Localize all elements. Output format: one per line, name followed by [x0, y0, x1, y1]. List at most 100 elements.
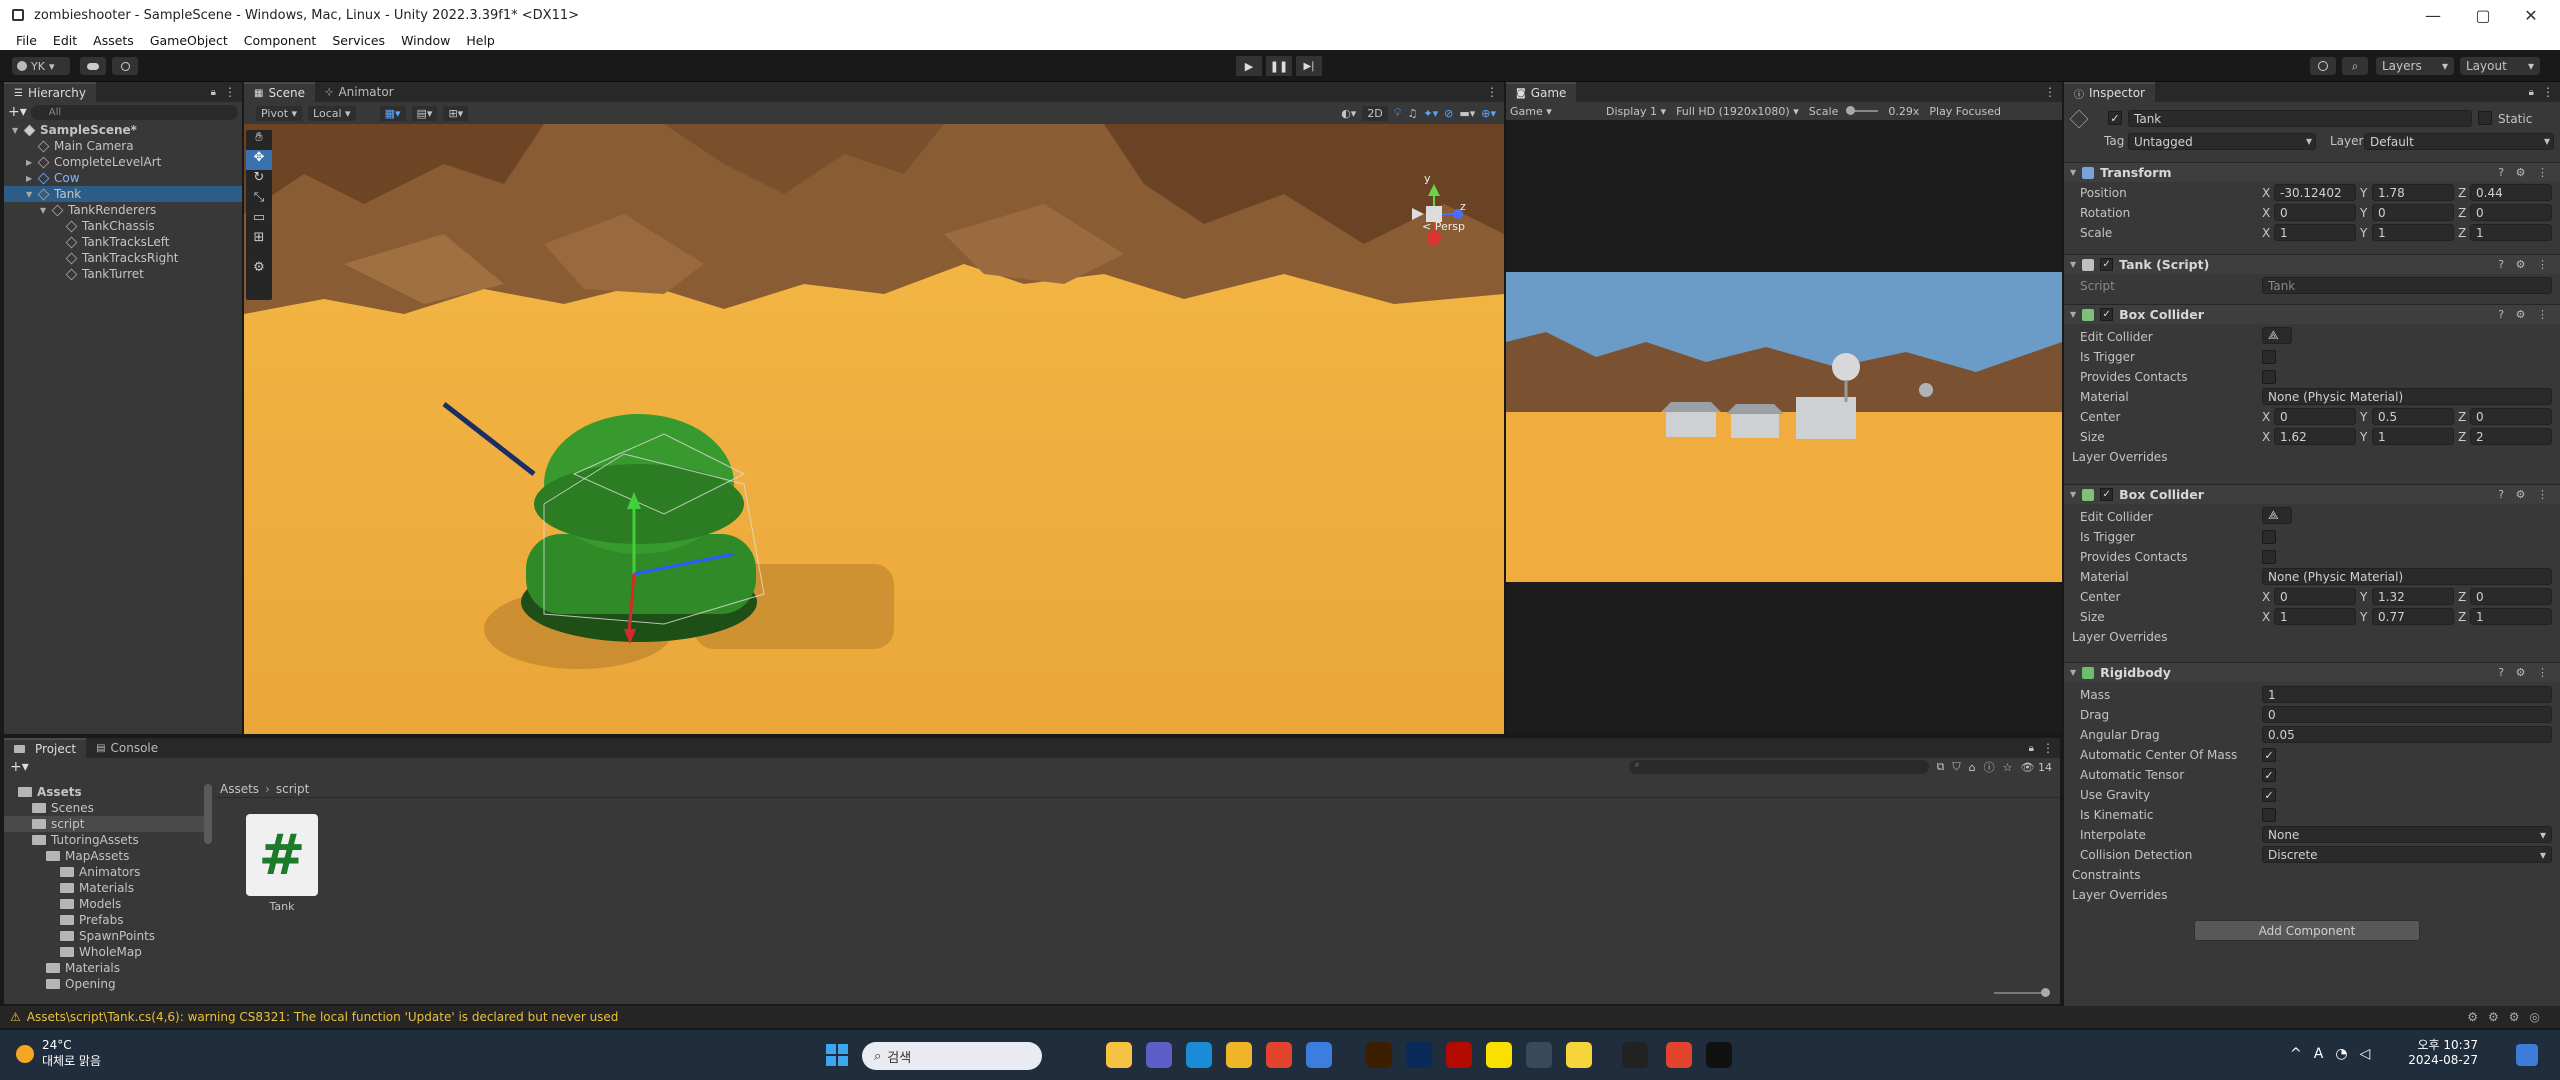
drag-field[interactable]: 0 [2262, 706, 2552, 723]
hierarchy-item[interactable]: Main Camera [4, 138, 242, 154]
scene-viewport[interactable]: y z < Persp ✋︎ ✥ ↻ ⤡ ▭ ⊞ ⚙︎ [244, 124, 1504, 734]
hierarchy-item[interactable]: ▼ SampleScene* [4, 122, 242, 138]
unity-editor-taskbar-icon[interactable] [1706, 1042, 1732, 1068]
volume-icon[interactable]: ◁ [2360, 1046, 2371, 1062]
asset-tank-script[interactable]: # Tank [242, 814, 322, 913]
box-collider-2-layer-overrides[interactable]: Layer Overrides [2072, 630, 2167, 644]
photoshop-taskbar-icon[interactable] [1406, 1042, 1432, 1068]
tab-game[interactable]: ◙ Game [1506, 82, 1577, 102]
tab-inspector[interactable]: ⓘ Inspector [2064, 82, 2155, 102]
tank-script-header[interactable]: ▼ ✓ Tank (Script) ? ⚙ ⋮ [2064, 254, 2560, 274]
layout-dropdown[interactable]: Layout ▾ [2460, 57, 2540, 75]
unity-taskbar-icon[interactable] [1622, 1042, 1648, 1068]
breadcrumb-assets[interactable]: Assets [220, 782, 259, 796]
foldout-arrow-icon[interactable]: ▼ [2070, 490, 2076, 499]
illustrator-taskbar-icon[interactable] [1366, 1042, 1392, 1068]
project-tree-item[interactable]: Opening [4, 976, 208, 992]
hierarchy-search-input[interactable]: All [30, 104, 238, 120]
rigidbody-header[interactable]: ▼ Rigidbody ? ⚙ ⋮ [2064, 662, 2560, 682]
teams-taskbar-icon[interactable] [1146, 1042, 1172, 1068]
scale-x-field[interactable]: 1 [2274, 224, 2356, 241]
more-icon[interactable]: ⋮ [2042, 741, 2054, 755]
project-tree-item[interactable]: MapAssets [4, 848, 208, 864]
transform-header[interactable]: ▼ Transform ? ⚙ ⋮ [2064, 162, 2560, 182]
info-icon[interactable]: ⓘ [1984, 759, 1995, 775]
box-collider-2-trigger-checkbox[interactable] [2262, 530, 2276, 544]
tab-scene[interactable]: ▦ Scene [244, 82, 316, 102]
static-checkbox[interactable] [2478, 111, 2492, 125]
menu-item-help[interactable]: Help [458, 33, 503, 48]
chevron-down-icon[interactable]: ▼ [26, 190, 36, 199]
box-collider-2-header[interactable]: ▼ ✓ Box Collider ? ⚙ ⋮ [2064, 484, 2560, 504]
project-tree-item[interactable]: Materials [4, 880, 208, 896]
pivot-dropdown[interactable]: Pivot ▾ [256, 105, 303, 121]
menu-item-services[interactable]: Services [324, 33, 393, 48]
foldout-arrow-icon[interactable]: ▼ [2070, 260, 2076, 269]
position-x-field[interactable]: -30.12402 [2274, 184, 2356, 201]
create-button[interactable]: +▾ [10, 759, 29, 775]
box-collider-1-material-field[interactable]: None (Physic Material) [2262, 388, 2552, 405]
box-collider-1-size-z-field[interactable]: 2 [2470, 428, 2552, 445]
calculator-taskbar-icon[interactable] [1526, 1042, 1552, 1068]
component-enabled-checkbox[interactable]: ✓ [2100, 488, 2114, 501]
search-by-label-icon[interactable]: ⛉ [1952, 760, 1960, 774]
lighting-icon[interactable]: 💡︎ [1394, 106, 1402, 120]
box-collider-1-size-y-field[interactable]: 1 [2372, 428, 2454, 445]
layers-dropdown[interactable]: Layers ▾ [2376, 57, 2454, 75]
is-kinematic-checkbox[interactable] [2262, 808, 2276, 822]
hierarchy-item[interactable]: TankChassis [4, 218, 242, 234]
more-icon[interactable]: ⋮ [2044, 85, 2056, 99]
project-tree-item[interactable]: Models [4, 896, 208, 912]
custom-tool-icon[interactable]: ⚙︎ [246, 260, 272, 280]
project-tree-item[interactable]: Assets [4, 784, 208, 800]
object-name-field[interactable]: Tank [2128, 110, 2472, 127]
play-focused-dropdown[interactable]: Play Focused [1929, 105, 2001, 118]
box-collider-2-provides-checkbox[interactable] [2262, 550, 2276, 564]
active-checkbox[interactable]: ✓ [2108, 111, 2122, 125]
rigidbody-layer-overrides[interactable]: Layer Overrides [2072, 888, 2167, 902]
angular-drag-field[interactable]: 0.05 [2262, 726, 2552, 743]
play-button[interactable]: ▶ [1236, 56, 1262, 76]
box-collider-2-edit-collider-button[interactable]: ⟁ [2262, 507, 2292, 524]
hierarchy-item[interactable]: TankTracksRight [4, 250, 242, 266]
start-icon[interactable] [826, 1044, 848, 1066]
foldout-arrow-icon[interactable]: ▼ [2070, 310, 2076, 319]
auto-tensor-checkbox[interactable]: ✓ [2262, 768, 2276, 782]
camera-icon[interactable]: ▬▾ [1459, 107, 1475, 120]
box-collider-2-size-z-field[interactable]: 1 [2470, 608, 2552, 625]
favorite-icon[interactable]: ☆ [2003, 761, 2013, 774]
edge-taskbar-icon[interactable] [1186, 1042, 1212, 1068]
collision-detection-dropdown[interactable]: Discrete [2262, 846, 2552, 863]
component-enabled-checkbox[interactable]: ✓ [2100, 308, 2114, 321]
position-y-field[interactable]: 1.78 [2372, 184, 2454, 201]
grid-icon[interactable]: ▤▾ [411, 105, 438, 121]
kakaotalk-taskbar-icon[interactable] [1486, 1042, 1512, 1068]
add-button[interactable]: +▾ [8, 104, 27, 120]
taskbar-search-input[interactable]: ⌕ 검색 [862, 1042, 1042, 1070]
snap-icon[interactable]: ⊞▾ [443, 105, 469, 121]
menu-item-assets[interactable]: Assets [85, 33, 142, 48]
project-tree-item[interactable]: Materials [4, 960, 208, 976]
effects-icon[interactable]: ✦▾ [1423, 107, 1438, 120]
project-tree-item[interactable]: Prefabs [4, 912, 208, 928]
scale-z-field[interactable]: 1 [2470, 224, 2552, 241]
minimize-button[interactable]: — [2410, 0, 2456, 30]
lock-icon[interactable]: 🔒︎ [2029, 743, 2034, 754]
hierarchy-item[interactable]: ▶ CompleteLevelArt [4, 154, 242, 170]
file-explorer-taskbar-icon[interactable] [1106, 1042, 1132, 1068]
box-collider-1-provides-checkbox[interactable] [2262, 370, 2276, 384]
project-tree-item[interactable]: TutoringAssets [4, 832, 208, 848]
notification-icon[interactable] [2516, 1044, 2538, 1066]
box-collider-1-center-y-field[interactable]: 0.5 [2372, 408, 2454, 425]
status-warning[interactable]: Assets\script\Tank.cs(4,6): warning CS83… [27, 1010, 619, 1024]
cloud-button[interactable] [80, 57, 106, 75]
pause-button[interactable]: ❚❚ [1266, 56, 1292, 76]
menu-item-edit[interactable]: Edit [45, 33, 85, 48]
rotation-x-field[interactable]: 0 [2274, 204, 2356, 221]
clock[interactable]: 오후 10:37 2024-08-27 [2408, 1036, 2478, 1067]
game-view-dropdown[interactable]: Game ▾ [1510, 105, 1596, 118]
project-tree-item[interactable]: WholeMap [4, 944, 208, 960]
layer-dropdown[interactable]: Default [2364, 133, 2554, 150]
collab-button[interactable] [112, 57, 138, 75]
component-menu-icons[interactable]: ? ⚙ ⋮ [2498, 308, 2552, 321]
